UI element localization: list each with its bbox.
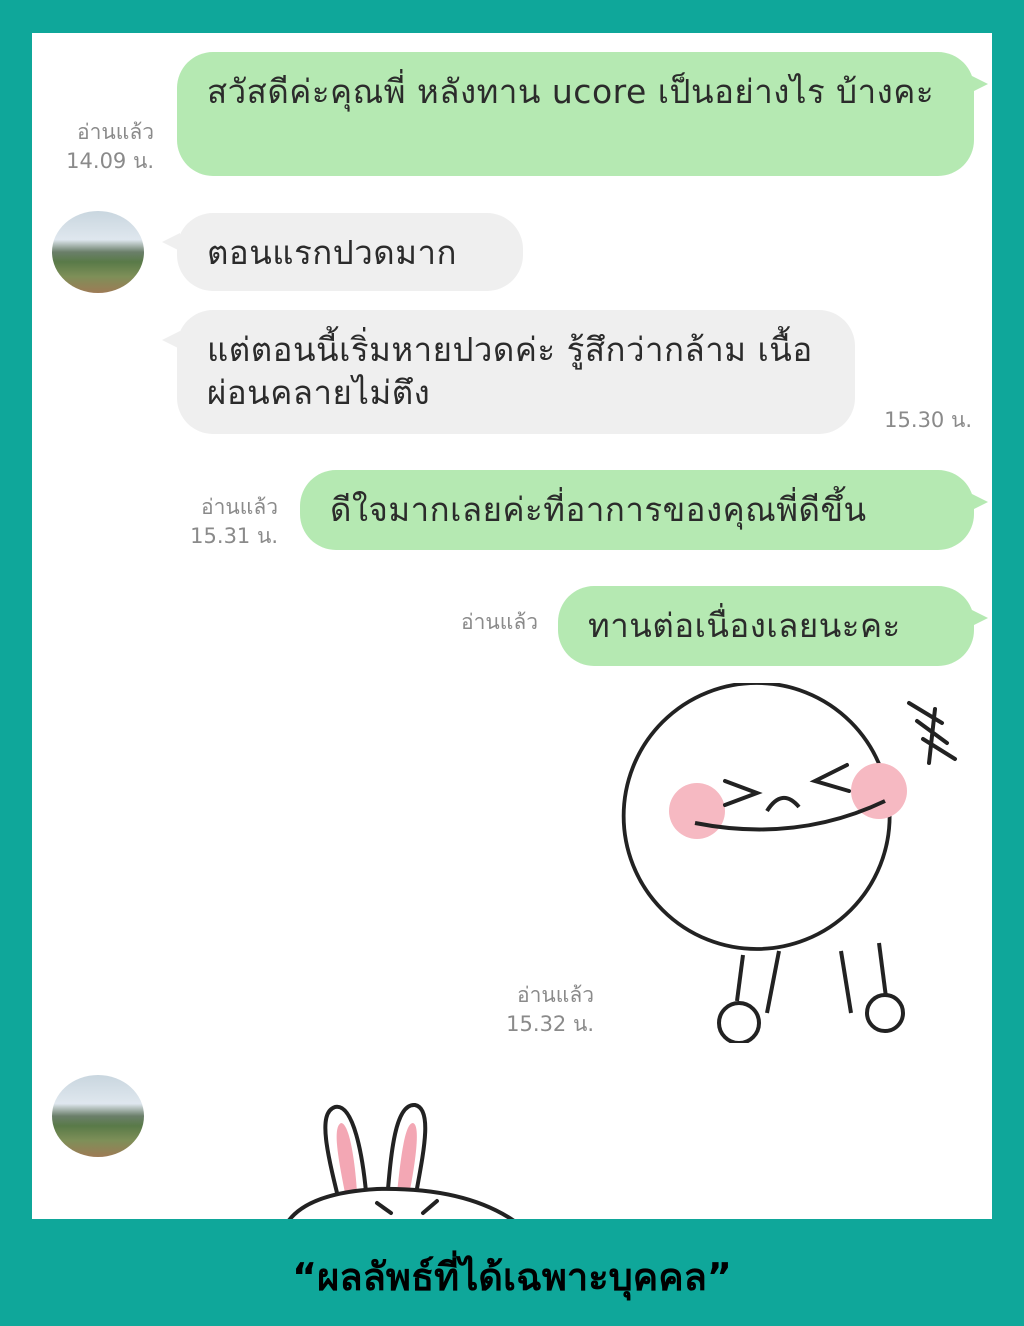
message-text: ดีใจมากเลยค่ะที่อาการของคุณพี่ดีขึ้น	[330, 490, 867, 529]
contact-avatar[interactable]	[52, 1075, 144, 1157]
message-bubble-incoming[interactable]: ตอนแรกปวดมาก	[177, 213, 523, 291]
laughing-face-sticker[interactable]	[617, 683, 977, 1043]
message-bubble-outgoing[interactable]: ดีใจมากเลยค่ะที่อาการของคุณพี่ดีขึ้น	[300, 470, 974, 550]
caption-text: “ผลลัพธ์ที่ได้เฉพาะบุคคล”	[292, 1255, 732, 1299]
bubble-tail	[970, 75, 988, 93]
message-bubble-outgoing[interactable]: ทานต่อเนื่องเลยนะคะ	[558, 586, 974, 666]
message-time: 15.30 น.	[884, 408, 972, 432]
read-receipt: อ่านแล้ว	[517, 983, 594, 1007]
message-time: 15.32 น.	[506, 1012, 594, 1036]
read-receipt: อ่านแล้ว	[77, 120, 154, 144]
message-text: แต่ตอนนี้เริ่มหายปวดค่ะ รู้สึกว่ากล้าม เ…	[207, 330, 813, 412]
chat-screen[interactable]: อ่านแล้ว 14.09 น. สวัสดีค่ะคุณพี่ หลังทา…	[32, 33, 992, 1219]
message-meta: อ่านแล้ว 14.09 น.	[42, 118, 154, 176]
bunny-sticker[interactable]	[287, 1093, 527, 1219]
read-receipt: อ่านแล้ว	[461, 610, 538, 634]
contact-avatar[interactable]	[52, 211, 144, 293]
message-time: 15.31 น.	[190, 524, 278, 548]
message-meta: อ่านแล้ว 15.31 น.	[162, 493, 278, 551]
message-bubble-incoming[interactable]: แต่ตอนนี้เริ่มหายปวดค่ะ รู้สึกว่ากล้าม เ…	[177, 310, 855, 434]
bubble-tail	[970, 609, 988, 627]
read-receipt: อ่านแล้ว	[201, 495, 278, 519]
message-time: 14.09 น.	[66, 149, 154, 173]
message-text: ทานต่อเนื่องเลยนะคะ	[588, 606, 901, 645]
message-text: ตอนแรกปวดมาก	[207, 233, 457, 272]
message-text: สวัสดีค่ะคุณพี่ หลังทาน ucore เป็นอย่างไ…	[207, 72, 935, 111]
bubble-tail	[970, 493, 988, 511]
message-bubble-outgoing[interactable]: สวัสดีค่ะคุณพี่ หลังทาน ucore เป็นอย่างไ…	[177, 52, 974, 176]
message-meta: อ่านแล้ว 15.32 น.	[478, 981, 594, 1039]
